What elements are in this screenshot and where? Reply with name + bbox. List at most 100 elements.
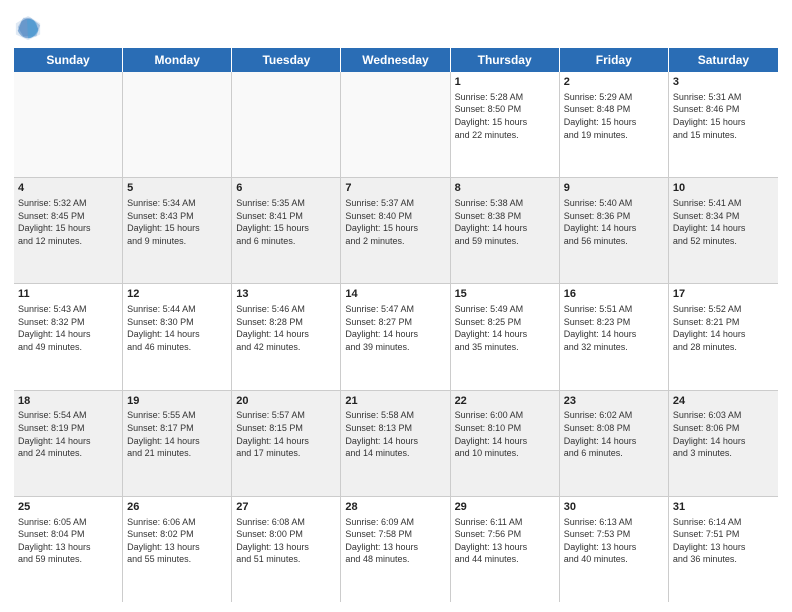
- day-number: 23: [564, 394, 664, 409]
- day-number: 27: [236, 500, 336, 515]
- day-number: 21: [345, 394, 445, 409]
- day-header-friday: Friday: [560, 48, 669, 72]
- calendar-row-4: 18Sunrise: 5:54 AMSunset: 8:19 PMDayligh…: [14, 391, 778, 497]
- day-number: 19: [127, 394, 227, 409]
- cell-info: Sunrise: 6:08 AMSunset: 8:00 PMDaylight:…: [236, 516, 336, 566]
- cell-info: Sunrise: 6:09 AMSunset: 7:58 PMDaylight:…: [345, 516, 445, 566]
- calendar-cell: 17Sunrise: 5:52 AMSunset: 8:21 PMDayligh…: [669, 284, 778, 389]
- calendar-cell: 8Sunrise: 5:38 AMSunset: 8:38 PMDaylight…: [451, 178, 560, 283]
- day-header-thursday: Thursday: [451, 48, 560, 72]
- calendar-cell: 20Sunrise: 5:57 AMSunset: 8:15 PMDayligh…: [232, 391, 341, 496]
- cell-info: Sunrise: 5:49 AMSunset: 8:25 PMDaylight:…: [455, 303, 555, 353]
- cell-info: Sunrise: 5:58 AMSunset: 8:13 PMDaylight:…: [345, 409, 445, 459]
- calendar-cell: 13Sunrise: 5:46 AMSunset: 8:28 PMDayligh…: [232, 284, 341, 389]
- calendar-cell: 7Sunrise: 5:37 AMSunset: 8:40 PMDaylight…: [341, 178, 450, 283]
- day-number: 18: [18, 394, 118, 409]
- calendar-row-3: 11Sunrise: 5:43 AMSunset: 8:32 PMDayligh…: [14, 284, 778, 390]
- day-header-tuesday: Tuesday: [232, 48, 341, 72]
- day-number: 1: [455, 75, 555, 90]
- calendar-cell: 28Sunrise: 6:09 AMSunset: 7:58 PMDayligh…: [341, 497, 450, 602]
- calendar-cell: 12Sunrise: 5:44 AMSunset: 8:30 PMDayligh…: [123, 284, 232, 389]
- header: [14, 10, 778, 42]
- day-number: 14: [345, 287, 445, 302]
- calendar: SundayMondayTuesdayWednesdayThursdayFrid…: [14, 48, 778, 602]
- calendar-cell: 5Sunrise: 5:34 AMSunset: 8:43 PMDaylight…: [123, 178, 232, 283]
- cell-info: Sunrise: 5:35 AMSunset: 8:41 PMDaylight:…: [236, 197, 336, 247]
- calendar-row-1: 1Sunrise: 5:28 AMSunset: 8:50 PMDaylight…: [14, 72, 778, 178]
- cell-info: Sunrise: 6:02 AMSunset: 8:08 PMDaylight:…: [564, 409, 664, 459]
- day-number: 8: [455, 181, 555, 196]
- cell-info: Sunrise: 5:40 AMSunset: 8:36 PMDaylight:…: [564, 197, 664, 247]
- day-number: 15: [455, 287, 555, 302]
- cell-info: Sunrise: 5:43 AMSunset: 8:32 PMDaylight:…: [18, 303, 118, 353]
- calendar-row-2: 4Sunrise: 5:32 AMSunset: 8:45 PMDaylight…: [14, 178, 778, 284]
- cell-info: Sunrise: 5:37 AMSunset: 8:40 PMDaylight:…: [345, 197, 445, 247]
- cell-info: Sunrise: 5:47 AMSunset: 8:27 PMDaylight:…: [345, 303, 445, 353]
- day-header-monday: Monday: [123, 48, 232, 72]
- logo-icon: [14, 14, 42, 42]
- calendar-cell: 21Sunrise: 5:58 AMSunset: 8:13 PMDayligh…: [341, 391, 450, 496]
- calendar-cell: 26Sunrise: 6:06 AMSunset: 8:02 PMDayligh…: [123, 497, 232, 602]
- cell-info: Sunrise: 6:05 AMSunset: 8:04 PMDaylight:…: [18, 516, 118, 566]
- logo: [14, 14, 44, 42]
- day-number: 28: [345, 500, 445, 515]
- day-number: 16: [564, 287, 664, 302]
- calendar-cell: 25Sunrise: 6:05 AMSunset: 8:04 PMDayligh…: [14, 497, 123, 602]
- calendar-cell: 11Sunrise: 5:43 AMSunset: 8:32 PMDayligh…: [14, 284, 123, 389]
- cell-info: Sunrise: 5:28 AMSunset: 8:50 PMDaylight:…: [455, 91, 555, 141]
- calendar-cell: [232, 72, 341, 177]
- day-number: 17: [673, 287, 774, 302]
- day-number: 12: [127, 287, 227, 302]
- cell-info: Sunrise: 5:51 AMSunset: 8:23 PMDaylight:…: [564, 303, 664, 353]
- day-header-wednesday: Wednesday: [341, 48, 450, 72]
- cell-info: Sunrise: 5:41 AMSunset: 8:34 PMDaylight:…: [673, 197, 774, 247]
- cell-info: Sunrise: 6:13 AMSunset: 7:53 PMDaylight:…: [564, 516, 664, 566]
- day-header-sunday: Sunday: [14, 48, 123, 72]
- cell-info: Sunrise: 5:29 AMSunset: 8:48 PMDaylight:…: [564, 91, 664, 141]
- day-number: 22: [455, 394, 555, 409]
- calendar-cell: 9Sunrise: 5:40 AMSunset: 8:36 PMDaylight…: [560, 178, 669, 283]
- cell-info: Sunrise: 6:06 AMSunset: 8:02 PMDaylight:…: [127, 516, 227, 566]
- calendar-cell: [14, 72, 123, 177]
- calendar-cell: 31Sunrise: 6:14 AMSunset: 7:51 PMDayligh…: [669, 497, 778, 602]
- cell-info: Sunrise: 5:38 AMSunset: 8:38 PMDaylight:…: [455, 197, 555, 247]
- day-number: 3: [673, 75, 774, 90]
- day-number: 13: [236, 287, 336, 302]
- page: SundayMondayTuesdayWednesdayThursdayFrid…: [0, 0, 792, 612]
- calendar-body: 1Sunrise: 5:28 AMSunset: 8:50 PMDaylight…: [14, 72, 778, 602]
- day-number: 11: [18, 287, 118, 302]
- cell-info: Sunrise: 6:03 AMSunset: 8:06 PMDaylight:…: [673, 409, 774, 459]
- calendar-cell: 6Sunrise: 5:35 AMSunset: 8:41 PMDaylight…: [232, 178, 341, 283]
- calendar-cell: 1Sunrise: 5:28 AMSunset: 8:50 PMDaylight…: [451, 72, 560, 177]
- day-number: 9: [564, 181, 664, 196]
- cell-info: Sunrise: 5:46 AMSunset: 8:28 PMDaylight:…: [236, 303, 336, 353]
- calendar-cell: 18Sunrise: 5:54 AMSunset: 8:19 PMDayligh…: [14, 391, 123, 496]
- calendar-cell: 30Sunrise: 6:13 AMSunset: 7:53 PMDayligh…: [560, 497, 669, 602]
- calendar-cell: 2Sunrise: 5:29 AMSunset: 8:48 PMDaylight…: [560, 72, 669, 177]
- day-number: 10: [673, 181, 774, 196]
- calendar-cell: 29Sunrise: 6:11 AMSunset: 7:56 PMDayligh…: [451, 497, 560, 602]
- calendar-cell: [341, 72, 450, 177]
- cell-info: Sunrise: 5:34 AMSunset: 8:43 PMDaylight:…: [127, 197, 227, 247]
- cell-info: Sunrise: 5:54 AMSunset: 8:19 PMDaylight:…: [18, 409, 118, 459]
- cell-info: Sunrise: 6:14 AMSunset: 7:51 PMDaylight:…: [673, 516, 774, 566]
- calendar-header: SundayMondayTuesdayWednesdayThursdayFrid…: [14, 48, 778, 72]
- cell-info: Sunrise: 5:44 AMSunset: 8:30 PMDaylight:…: [127, 303, 227, 353]
- cell-info: Sunrise: 5:32 AMSunset: 8:45 PMDaylight:…: [18, 197, 118, 247]
- day-number: 30: [564, 500, 664, 515]
- day-number: 5: [127, 181, 227, 196]
- day-header-saturday: Saturday: [669, 48, 778, 72]
- day-number: 24: [673, 394, 774, 409]
- calendar-cell: 4Sunrise: 5:32 AMSunset: 8:45 PMDaylight…: [14, 178, 123, 283]
- calendar-cell: 24Sunrise: 6:03 AMSunset: 8:06 PMDayligh…: [669, 391, 778, 496]
- calendar-cell: 27Sunrise: 6:08 AMSunset: 8:00 PMDayligh…: [232, 497, 341, 602]
- calendar-row-5: 25Sunrise: 6:05 AMSunset: 8:04 PMDayligh…: [14, 497, 778, 602]
- cell-info: Sunrise: 5:55 AMSunset: 8:17 PMDaylight:…: [127, 409, 227, 459]
- calendar-cell: 3Sunrise: 5:31 AMSunset: 8:46 PMDaylight…: [669, 72, 778, 177]
- day-number: 7: [345, 181, 445, 196]
- cell-info: Sunrise: 5:52 AMSunset: 8:21 PMDaylight:…: [673, 303, 774, 353]
- day-number: 4: [18, 181, 118, 196]
- calendar-cell: 14Sunrise: 5:47 AMSunset: 8:27 PMDayligh…: [341, 284, 450, 389]
- calendar-cell: 10Sunrise: 5:41 AMSunset: 8:34 PMDayligh…: [669, 178, 778, 283]
- cell-info: Sunrise: 6:00 AMSunset: 8:10 PMDaylight:…: [455, 409, 555, 459]
